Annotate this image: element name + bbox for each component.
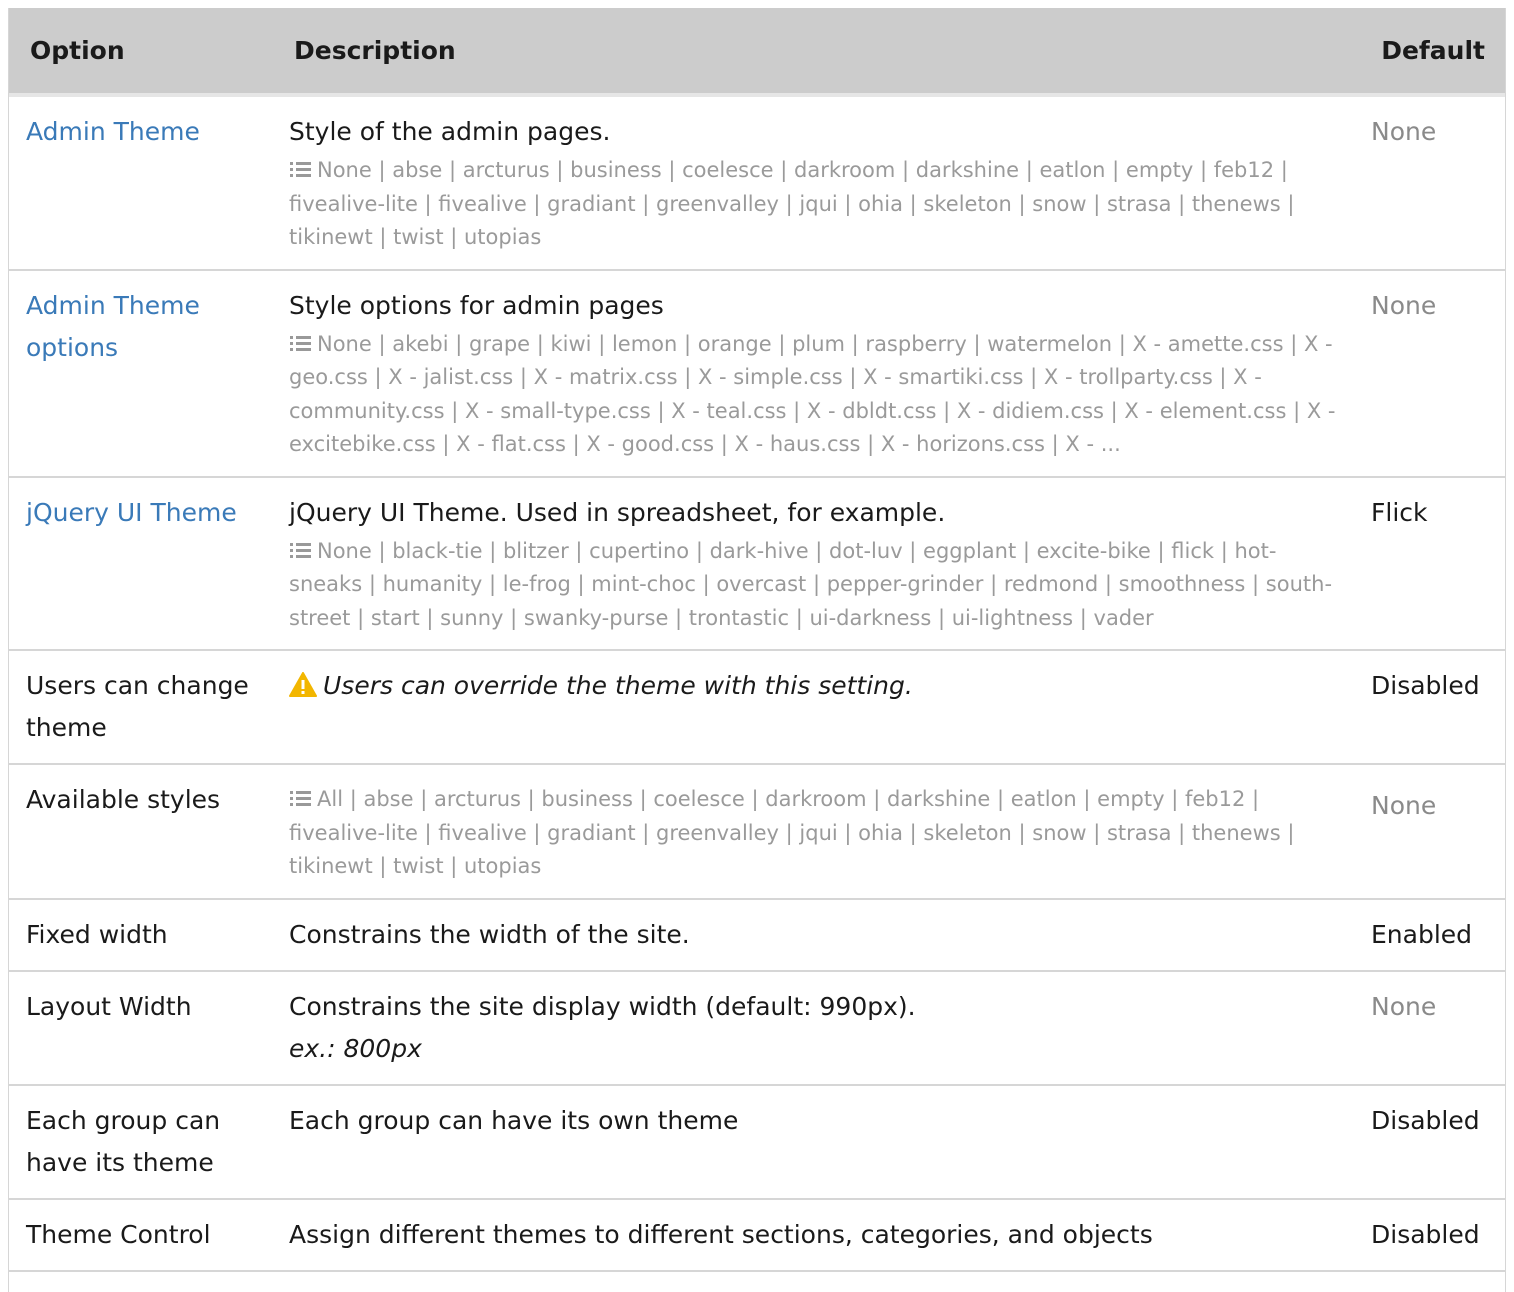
header-description: Description	[272, 8, 1353, 97]
option-label: Users can change theme	[26, 671, 249, 742]
option-cell: Theme Control	[9, 1198, 272, 1272]
description-text: Assign different themes to different sec…	[289, 1219, 1153, 1249]
list-icon	[289, 784, 313, 806]
header-option: Option	[9, 8, 272, 97]
default-value: Flick	[1371, 497, 1428, 527]
default-value: None	[1371, 991, 1437, 1021]
description-cell: All | abse | arcturus | business | coele…	[272, 764, 1353, 900]
description-cell: Constrains the width of the site.	[272, 898, 1353, 972]
list-icon	[289, 155, 313, 177]
option-label: Theme Control	[26, 1219, 211, 1249]
table-row: Fixed width Constrains the width of the s…	[9, 898, 1505, 972]
choices-text: None | akebi | grape | kiwi | lemon | or…	[289, 331, 1336, 457]
option-label: Available styles	[26, 785, 221, 814]
default-value: Disabled	[1371, 671, 1480, 700]
table-row: Users can change theme Users can override…	[9, 650, 1505, 765]
default-value: Disabled	[1371, 1219, 1480, 1249]
option-cell: Each group can have its theme	[9, 1084, 272, 1200]
description-cell: jQuery UI Theme. Used in spreadsheet, fo…	[272, 476, 1353, 651]
table-header-row: Option Description Default	[9, 8, 1505, 97]
table-row: Admin Theme Style of the admin pages. None…	[9, 95, 1505, 271]
option-cell: Fixed width	[9, 898, 272, 972]
choices-list: None | abse | arcturus | business | coel…	[289, 154, 1341, 255]
default-cell: None	[1353, 95, 1505, 271]
default-cell: Flick	[1353, 476, 1505, 651]
choices-list: None | akebi | grape | kiwi | lemon | or…	[289, 328, 1341, 462]
option-cell: Available styles	[9, 764, 272, 900]
warning-icon	[289, 668, 317, 697]
default-cell: Disabled	[1353, 1084, 1505, 1200]
description-text: jQuery UI Theme. Used in spreadsheet, fo…	[289, 497, 946, 527]
table-body: Admin Theme Style of the admin pages. None…	[9, 95, 1505, 1272]
default-cell: Disabled	[1353, 650, 1505, 765]
description-cell: Each group can have its own theme	[272, 1084, 1353, 1200]
choices-list: None | black-tie | blitzer | cupertino |…	[289, 535, 1341, 636]
choices-text: None | abse | arcturus | business | coel…	[289, 158, 1295, 249]
choices-list: All | abse | arcturus | business | coele…	[289, 783, 1341, 884]
default-value: None	[1371, 117, 1437, 146]
default-cell: None	[1353, 269, 1505, 478]
option-link[interactable]: Admin Theme	[26, 117, 200, 146]
table-row: Layout Width Constrains the site display …	[9, 970, 1505, 1086]
option-link[interactable]: Admin Theme options	[26, 291, 200, 362]
default-cell: Enabled	[1353, 898, 1505, 972]
choices-text: All | abse | arcturus | business | coele…	[289, 787, 1295, 878]
description-cell: Users can override the theme with this s…	[272, 650, 1353, 765]
description-cell: Assign different themes to different sec…	[272, 1198, 1353, 1272]
description-cell: Constrains the site display width (defau…	[272, 970, 1353, 1086]
default-value: Disabled	[1371, 1105, 1480, 1135]
warning-text: Users can override the theme with this s…	[323, 671, 913, 700]
option-label: Each group can have its theme	[26, 1105, 221, 1177]
option-cell: jQuery UI Theme	[9, 476, 272, 651]
option-cell: Admin Theme options	[9, 269, 272, 478]
option-cell: Layout Width	[9, 970, 272, 1086]
description-cell: Style options for admin pages None | akeb…	[272, 269, 1353, 478]
table-row: Available styles All | abse | arcturus | …	[9, 764, 1505, 900]
list-icon	[289, 329, 313, 351]
default-value: Enabled	[1371, 919, 1473, 949]
example-text: ex.: 800px	[289, 1033, 422, 1063]
table-row: Admin Theme options Style options for adm…	[9, 269, 1505, 478]
table-row: jQuery UI Theme jQuery UI Theme. Used in …	[9, 476, 1505, 651]
default-cell: None	[1353, 970, 1505, 1086]
table-row: Theme Control Assign different themes to …	[9, 1198, 1505, 1272]
option-cell: Admin Theme	[9, 95, 272, 271]
default-value: None	[1371, 290, 1437, 320]
option-link[interactable]: jQuery UI Theme	[26, 498, 237, 527]
description-cell: Style of the admin pages. None | abse | a…	[272, 95, 1353, 271]
default-cell: Disabled	[1353, 1198, 1505, 1272]
option-label: Fixed width	[26, 919, 168, 949]
option-label: Layout Width	[26, 991, 192, 1021]
description-text: Style options for admin pages	[289, 290, 664, 320]
list-icon	[289, 536, 313, 558]
preferences-table: Option Description Default Admin Theme St…	[9, 8, 1505, 1272]
choices-text: None | black-tie | blitzer | cupertino |…	[289, 538, 1333, 630]
description-text: Constrains the width of the site.	[289, 919, 690, 949]
option-cell: Users can change theme	[9, 650, 272, 765]
description-text: Each group can have its own theme	[289, 1105, 739, 1135]
preferences-table-container: Option Description Default Admin Theme St…	[8, 8, 1506, 1292]
description-text: Constrains the site display width (defau…	[289, 991, 916, 1021]
default-cell: None	[1353, 764, 1505, 900]
warning-note: Users can override the theme with this s…	[289, 665, 1341, 707]
header-default: Default	[1353, 8, 1505, 97]
table-row: Each group can have its theme Each group …	[9, 1084, 1505, 1200]
default-value: None	[1371, 791, 1437, 820]
description-text: Style of the admin pages.	[289, 117, 611, 146]
